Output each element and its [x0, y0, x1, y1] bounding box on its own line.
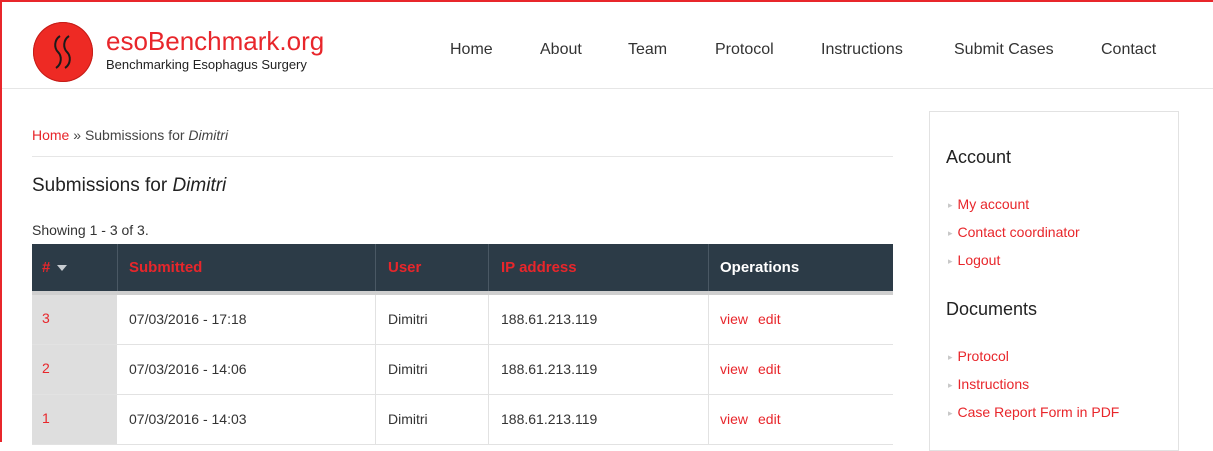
row-id-cell: 1 — [32, 395, 117, 444]
my-account-link[interactable]: My account — [958, 196, 1030, 212]
column-header-id[interactable]: # — [42, 244, 67, 291]
row-ip: 188.61.213.119 — [501, 361, 598, 377]
page-title-user: Dimitri — [172, 175, 227, 196]
nav-contact[interactable]: Contact — [1101, 40, 1156, 60]
account-heading: Account — [946, 147, 1012, 167]
sidebar-item-my-account[interactable]: ▸ My account — [948, 195, 1029, 215]
row-submitted: 07/03/2016 - 14:03 — [129, 411, 247, 427]
sidebar: Account ▸ My account ▸ Contact coordinator… — [929, 111, 1179, 451]
view-link[interactable]: view — [720, 311, 748, 327]
table-row: 2 07/03/2016 - 14:06 Dimitri 188.61.213.… — [32, 345, 893, 395]
edit-link[interactable]: edit — [758, 411, 781, 427]
row-ip: 188.61.213.119 — [501, 311, 598, 327]
logo-mark-icon — [54, 35, 71, 69]
breadcrumb-divider — [32, 156, 893, 157]
sidebar-item-logout[interactable]: ▸ Logout — [948, 251, 1000, 271]
breadcrumb-home-link[interactable]: Home — [32, 127, 69, 143]
table-row: 3 07/03/2016 - 17:18 Dimitri 188.61.213.… — [32, 295, 893, 345]
bullet-icon: ▸ — [948, 352, 953, 362]
column-divider — [375, 345, 376, 394]
table-header: # Submitted User IP address Operations — [32, 244, 893, 295]
column-divider — [117, 244, 118, 291]
site-header: esoBenchmark.org Benchmarking Esophagus … — [2, 2, 1213, 89]
column-header-operations: Operations — [720, 259, 800, 276]
view-link[interactable]: view — [720, 411, 748, 427]
page-title: Submissions for Dimitri — [32, 174, 226, 198]
sidebar-item-case-report-form[interactable]: ▸ Case Report Form in PDF — [948, 403, 1119, 423]
nav-protocol[interactable]: Protocol — [715, 40, 774, 60]
breadcrumb-current-user: Dimitri — [188, 127, 229, 143]
breadcrumb-current: Submissions for — [84, 127, 189, 143]
row-submitted: 07/03/2016 - 17:18 — [129, 311, 247, 327]
column-header-ip[interactable]: IP address — [501, 244, 577, 291]
nav-instructions[interactable]: Instructions — [821, 40, 903, 60]
row-operations: view edit — [720, 410, 791, 428]
row-user: Dimitri — [388, 411, 428, 427]
logout-link[interactable]: Logout — [958, 252, 1001, 268]
page-title-prefix: Submissions for — [32, 175, 173, 196]
column-divider — [375, 244, 376, 291]
instructions-link[interactable]: Instructions — [958, 376, 1030, 392]
column-header-submitted[interactable]: Submitted — [129, 244, 202, 291]
case-report-form-link[interactable]: Case Report Form in PDF — [958, 404, 1120, 420]
row-operations: view edit — [720, 310, 791, 328]
column-divider — [488, 345, 489, 394]
site-slogan: Benchmarking Esophagus Surgery — [106, 57, 307, 72]
result-count: Showing 1 - 3 of 3. — [32, 222, 149, 238]
column-header-user[interactable]: User — [388, 244, 421, 291]
bullet-icon: ▸ — [948, 200, 953, 210]
view-link[interactable]: view — [720, 361, 748, 377]
row-ip: 188.61.213.119 — [501, 411, 598, 427]
column-divider — [708, 244, 709, 291]
sidebar-item-contact-coordinator[interactable]: ▸ Contact coordinator — [948, 223, 1080, 243]
caret-down-icon — [56, 265, 67, 271]
table-row: 1 07/03/2016 - 14:03 Dimitri 188.61.213.… — [32, 395, 893, 445]
sidebar-item-protocol[interactable]: ▸ Protocol — [948, 347, 1009, 367]
nav-home[interactable]: Home — [450, 40, 493, 60]
documents-heading: Documents — [946, 299, 1038, 319]
nav-submit-cases[interactable]: Submit Cases — [954, 40, 1054, 60]
row-user: Dimitri — [388, 361, 428, 377]
bullet-icon: ▸ — [948, 408, 953, 418]
breadcrumb: Home » Submissions for Dimitri — [32, 126, 228, 144]
row-id-link[interactable]: 3 — [42, 310, 50, 326]
row-submitted: 07/03/2016 - 14:06 — [129, 361, 247, 377]
sidebar-item-instructions[interactable]: ▸ Instructions — [948, 375, 1029, 395]
edit-link[interactable]: edit — [758, 361, 781, 377]
column-divider — [375, 295, 376, 344]
bullet-icon: ▸ — [948, 228, 953, 238]
nav-about[interactable]: About — [540, 40, 582, 60]
row-operations: view edit — [720, 360, 791, 378]
row-id-cell: 2 — [32, 345, 117, 394]
column-divider — [708, 345, 709, 394]
site-name[interactable]: esoBenchmark.org — [106, 26, 324, 56]
column-divider — [708, 295, 709, 344]
site-logo[interactable] — [33, 22, 93, 82]
column-divider — [488, 295, 489, 344]
contact-coordinator-link[interactable]: Contact coordinator — [958, 224, 1080, 240]
row-id-cell: 3 — [32, 295, 117, 344]
row-user: Dimitri — [388, 311, 428, 327]
column-divider — [708, 395, 709, 444]
bullet-icon: ▸ — [948, 380, 953, 390]
edit-link[interactable]: edit — [758, 311, 781, 327]
protocol-link[interactable]: Protocol — [958, 348, 1009, 364]
column-divider — [375, 395, 376, 444]
column-divider — [488, 244, 489, 291]
bullet-icon: ▸ — [948, 256, 953, 266]
column-divider — [488, 395, 489, 444]
column-header-id-label: # — [42, 259, 51, 276]
nav-team[interactable]: Team — [628, 40, 667, 60]
row-id-link[interactable]: 1 — [42, 410, 50, 426]
row-id-link[interactable]: 2 — [42, 360, 50, 376]
breadcrumb-separator: » — [69, 127, 85, 143]
